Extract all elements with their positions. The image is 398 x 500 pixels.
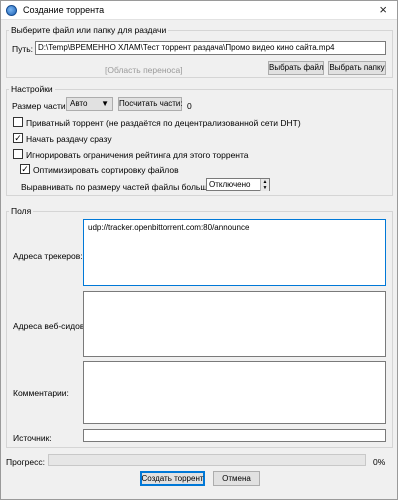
spin-arrows-icon[interactable]: ▲ ▼	[260, 179, 269, 191]
pieces-count: 0	[187, 101, 192, 111]
ignore-ratio-checkbox[interactable]	[13, 149, 23, 159]
title-bar: Создание торрента ×	[1, 1, 397, 20]
chevron-down-icon: ▼	[101, 99, 109, 108]
webseeds-label: Адреса веб-сидов:	[13, 321, 87, 331]
settings-group-title: Настройки	[9, 84, 55, 94]
create-torrent-window: Создание торрента × Выберите файл или па…	[0, 0, 398, 500]
align-spinbox[interactable]: Отключено ▲ ▼	[206, 178, 270, 191]
comments-label: Комментарии:	[13, 388, 69, 398]
progress-label: Прогресс:	[6, 457, 45, 467]
trackers-label: Адреса трекеров:	[13, 251, 83, 261]
private-checkbox[interactable]	[13, 117, 23, 127]
app-icon	[6, 5, 17, 16]
webseeds-textarea[interactable]	[83, 291, 386, 357]
path-label: Путь:	[12, 44, 34, 54]
start-seeding-label: Начать раздачу сразу	[26, 134, 112, 144]
progress-percent: 0%	[373, 457, 386, 467]
create-torrent-button[interactable]: Создать торрент	[140, 471, 205, 486]
source-label: Источник:	[13, 433, 52, 443]
align-label: Выравнивать по размеру частей файлы боль…	[21, 182, 232, 192]
source-input[interactable]	[83, 429, 386, 442]
path-input[interactable]: D:\Temp\ВРЕМЕННО ХЛАМ\Тест торрент разда…	[35, 41, 386, 55]
trackers-textarea[interactable]: udp://tracker.openbittorrent.com:80/anno…	[83, 219, 386, 286]
source-group-title: Выберите файл или папку для раздачи	[9, 25, 169, 35]
cancel-button[interactable]: Отмена	[213, 471, 260, 486]
drop-area[interactable]: [Область переноса]	[105, 65, 183, 75]
fields-group-title: Поля	[9, 206, 34, 216]
optimize-order-label: Оптимизировать сортировку файлов	[33, 165, 179, 175]
close-icon[interactable]: ×	[379, 2, 387, 18]
select-file-button[interactable]: Выбрать файл	[268, 61, 324, 75]
align-value: Отключено	[209, 180, 251, 189]
window-title: Создание торрента	[23, 5, 105, 15]
piece-size-select[interactable]: Авто ▼	[66, 97, 113, 111]
progress-bar	[48, 454, 366, 466]
private-label: Приватный торрент (не раздаётся по децен…	[26, 118, 301, 128]
piece-size-value: Авто	[70, 99, 88, 108]
start-seeding-checkbox[interactable]: ✓	[13, 133, 23, 143]
ignore-ratio-label: Игнорировать ограничения рейтинга для эт…	[26, 150, 249, 160]
optimize-order-checkbox[interactable]: ✓	[20, 164, 30, 174]
piece-size-label: Размер части:	[12, 101, 68, 111]
comments-textarea[interactable]	[83, 361, 386, 424]
select-folder-button[interactable]: Выбрать папку	[328, 61, 386, 75]
calc-pieces-button[interactable]: Посчитать части:	[118, 97, 183, 111]
